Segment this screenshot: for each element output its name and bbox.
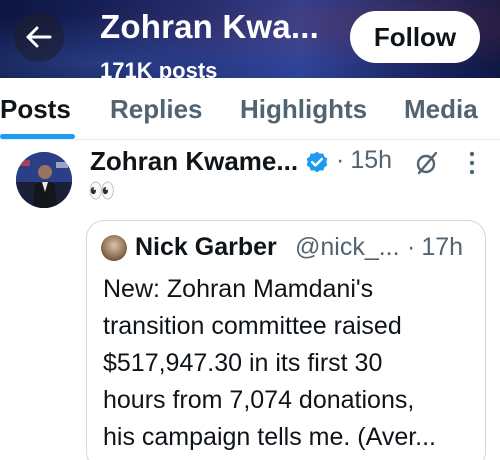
verified-badge-icon: [306, 151, 328, 173]
quote-text-line: hours from 7,074 donations,: [103, 386, 415, 414]
avatar[interactable]: [16, 152, 72, 208]
arrow-left-icon: [26, 26, 52, 48]
active-tab-indicator: [0, 134, 75, 139]
quote-text: New: Zohran Mamdani's transition committ…: [103, 271, 481, 456]
grok-icon[interactable]: [414, 150, 440, 176]
avatar-image: [16, 152, 72, 208]
quote-author-handle: @nick_...: [295, 233, 400, 261]
quote-text-line: New: Zohran Mamdani's: [103, 275, 374, 303]
profile-tabs: Posts Replies Highlights Media: [0, 78, 500, 140]
quoted-post[interactable]: Nick Garber @nick_... · 17h New: Zohran M…: [86, 220, 486, 460]
post-text: 👀: [88, 178, 116, 203]
post-count: 171K posts: [100, 58, 218, 78]
tab-highlights[interactable]: Highlights: [240, 94, 367, 125]
quote-avatar[interactable]: [101, 235, 127, 261]
quote-text-line: $517,947.30 in its first 30: [103, 349, 383, 377]
post[interactable]: Zohran Kwame... · 15h 👀 Nick Garber @nick…: [0, 140, 500, 460]
profile-header: Zohran Kwa... 171K posts Follow: [0, 0, 500, 78]
quote-text-line: his campaign tells me. (Aver...: [103, 423, 437, 451]
tab-media[interactable]: Media: [404, 94, 478, 125]
profile-name-title: Zohran Kwa...: [100, 8, 319, 45]
post-author-name[interactable]: Zohran Kwame...: [90, 146, 298, 177]
post-timestamp[interactable]: · 15h: [336, 146, 392, 175]
follow-button[interactable]: Follow: [350, 11, 480, 63]
tab-posts[interactable]: Posts: [0, 94, 71, 125]
back-button[interactable]: [14, 12, 64, 62]
quote-timestamp[interactable]: · 17h: [407, 233, 463, 262]
tab-replies[interactable]: Replies: [110, 94, 203, 125]
more-icon[interactable]: [462, 148, 482, 178]
quote-text-line: transition committee raised: [103, 312, 402, 340]
quote-author-name[interactable]: Nick Garber: [135, 233, 277, 262]
